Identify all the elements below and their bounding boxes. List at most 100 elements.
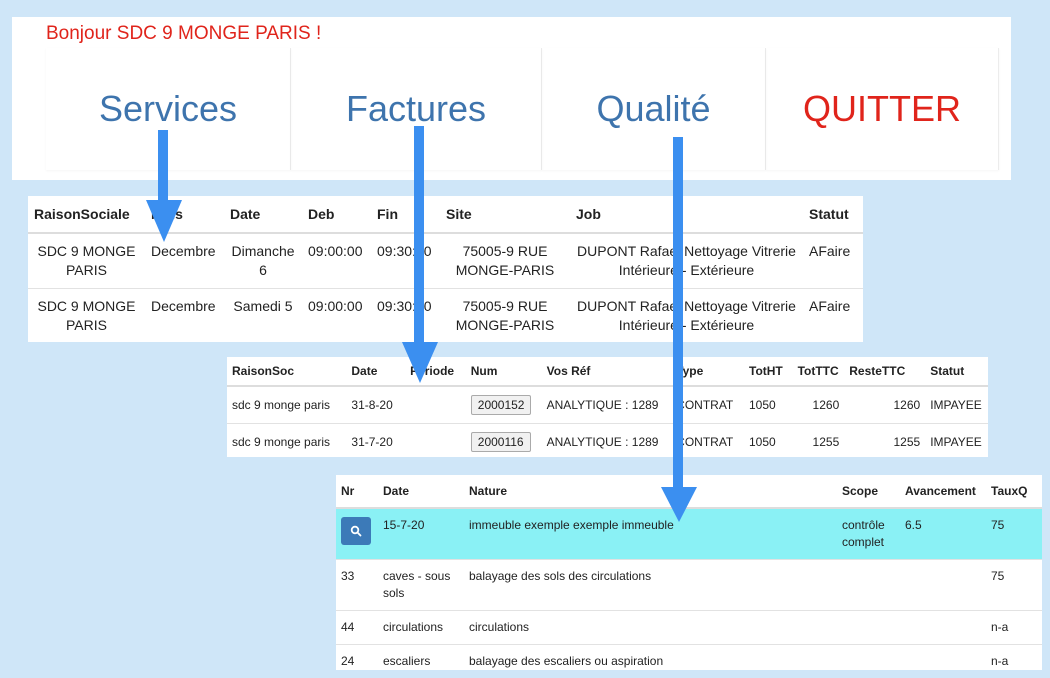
table-cell [900,560,986,611]
table-cell: 31-7-20 [346,424,405,461]
col-header: Date [224,196,302,233]
table-cell: 09:30:00 [371,289,440,344]
table-cell: 1255 [844,424,925,461]
table-cell: balayage des escaliers ou aspiration [464,645,837,678]
col-header: TauxQ [986,475,1042,508]
col-header: Type [671,357,744,386]
table-row-selected[interactable]: 15-7-20 immeuble exemple exemple immeubl… [336,508,1042,560]
table-row[interactable]: SDC 9 MONGE PARIS Decembre Dimanche 6 09… [28,233,863,289]
col-header: Num [466,357,542,386]
table-row[interactable]: SDC 9 MONGE PARIS Decembre Samedi 5 09:0… [28,289,863,344]
invoice-number-button[interactable]: 2000152 [471,395,532,415]
table-cell: 44 [336,611,378,645]
table-cell: circulations [378,611,464,645]
table-cell: Dimanche 6 [224,233,302,289]
col-header: RaisonSoc [227,357,346,386]
table-cell: CONTRAT [671,386,744,424]
table-cell: 1050 [744,386,793,424]
table-cell: 09:00:00 [302,233,371,289]
col-header: Statut [925,357,988,386]
table-row[interactable]: sdc 9 monge paris 31-7-20 2000116 ANALYT… [227,424,988,461]
table-cell: DUPONT Rafael Nettoyage Vitrerie Intérie… [570,233,803,289]
invoice-num-cell: 2000116 [466,424,542,461]
table-cell: 1260 [793,386,845,424]
table-cell: AFaire [803,233,863,289]
table-cell: 75 [986,560,1042,611]
greeting-text: Bonjour SDC 9 MONGE PARIS ! [46,23,321,45]
factures-header-row: RaisonSoc Date Période Num Vos Réf Type … [227,357,988,386]
table-cell: escaliers [378,645,464,678]
factures-table: RaisonSoc Date Période Num Vos Réf Type … [227,357,988,460]
table-cell: Decembre [145,289,224,344]
col-header: TotTTC [793,357,845,386]
col-header: Période [405,357,466,386]
col-header: TotHT [744,357,793,386]
table-cell: 75005-9 RUE MONGE-PARIS [440,289,570,344]
invoice-num-cell: 2000152 [466,386,542,424]
table-cell: sdc 9 monge paris [227,424,346,461]
qualite-table-card: Nr Date Nature Scope Avancement TauxQ [336,475,1042,670]
nav-factures[interactable]: Factures [291,48,542,170]
table-row[interactable]: 44 circulations circulations n-a [336,611,1042,645]
search-button[interactable] [341,517,371,545]
nav-quitter[interactable]: QUITTER [766,48,999,170]
table-cell: DUPONT Rafael Nettoyage Vitrerie Intérie… [570,289,803,344]
table-cell: CONTRAT [671,424,744,461]
table-cell: immeuble exemple exemple immeuble [464,508,837,560]
action-cell [336,508,378,560]
table-cell: SDC 9 MONGE PARIS [28,233,145,289]
table-row[interactable]: 33 caves - sous sols balayage des sols d… [336,560,1042,611]
table-cell [900,645,986,678]
nav-services[interactable]: Services [46,48,291,170]
col-header: Nature [464,475,837,508]
col-header: Vos Réf [542,357,672,386]
table-cell: 1260 [844,386,925,424]
col-header: Fin [371,196,440,233]
table-cell: sdc 9 monge paris [227,386,346,424]
qualite-table: Nr Date Nature Scope Avancement TauxQ [336,475,1042,678]
col-header: Job [570,196,803,233]
table-cell: SDC 9 MONGE PARIS [28,289,145,344]
factures-table-card: RaisonSoc Date Période Num Vos Réf Type … [227,357,988,457]
col-header: RaisonSociale [28,196,145,233]
table-cell: 6.5 [900,508,986,560]
table-cell: circulations [464,611,837,645]
table-row[interactable]: 24 escaliers balayage des escaliers ou a… [336,645,1042,678]
table-cell [900,611,986,645]
col-header: ResteTTC [844,357,925,386]
table-cell: 1050 [744,424,793,461]
col-header: Date [346,357,405,386]
services-header-row: RaisonSociale Mois Date Deb Fin Site Job… [28,196,863,233]
table-cell: IMPAYEE [925,424,988,461]
table-cell: AFaire [803,289,863,344]
nav-panel: Bonjour SDC 9 MONGE PARIS ! Services Fac… [12,17,1011,180]
table-cell: 09:30:00 [371,233,440,289]
table-cell: 09:00:00 [302,289,371,344]
table-cell [837,645,900,678]
table-cell: Samedi 5 [224,289,302,344]
table-cell: n-a [986,611,1042,645]
table-cell: ANALYTIQUE : 1289 [542,424,672,461]
qualite-header-row: Nr Date Nature Scope Avancement TauxQ [336,475,1042,508]
invoice-number-button[interactable]: 2000116 [471,432,531,452]
col-header: Date [378,475,464,508]
table-cell: Decembre [145,233,224,289]
table-cell: 31-8-20 [346,386,405,424]
table-cell [405,386,466,424]
col-header: Scope [837,475,900,508]
table-cell: 33 [336,560,378,611]
table-cell [405,424,466,461]
table-cell: 1255 [793,424,845,461]
table-row[interactable]: sdc 9 monge paris 31-8-20 2000152 ANALYT… [227,386,988,424]
services-table: RaisonSociale Mois Date Deb Fin Site Job… [28,196,863,343]
table-cell: contrôle complet [837,508,900,560]
table-cell: balayage des sols des circulations [464,560,837,611]
table-cell: IMPAYEE [925,386,988,424]
table-cell: 75 [986,508,1042,560]
table-cell: ANALYTIQUE : 1289 [542,386,672,424]
nav-qualite[interactable]: Qualité [542,48,766,170]
search-icon [350,525,362,537]
col-header: Deb [302,196,371,233]
services-table-card: RaisonSociale Mois Date Deb Fin Site Job… [28,196,863,342]
table-cell [837,560,900,611]
